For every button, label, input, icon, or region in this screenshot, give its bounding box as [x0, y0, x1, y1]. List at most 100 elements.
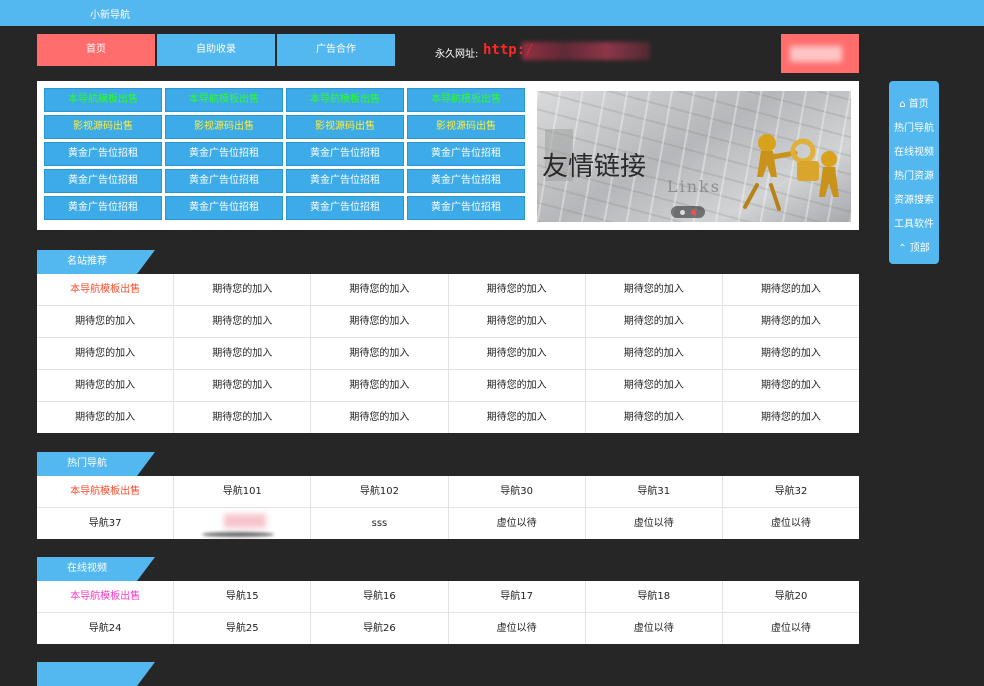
site-link[interactable]: 虚位以待: [447, 508, 585, 539]
site-link[interactable]: 本导航模板出售: [37, 581, 173, 612]
ad-cell[interactable]: 影视源码出售: [165, 115, 283, 139]
side-nav-tools[interactable]: 工具软件: [889, 215, 939, 230]
site-link[interactable]: 导航20: [721, 581, 859, 612]
site-link[interactable]: 导航31: [584, 476, 722, 507]
ad-cell[interactable]: 黄金广告位招租: [44, 142, 162, 166]
site-link[interactable]: 本导航模板出售: [37, 274, 173, 305]
site-link[interactable]: 期待您的加入: [584, 370, 722, 401]
site-link[interactable]: 导航17: [447, 581, 585, 612]
ad-cell[interactable]: 黄金广告位招租: [407, 169, 525, 193]
site-link[interactable]: 期待您的加入: [721, 338, 859, 369]
section-body: 本导航模板出售 期待您的加入 期待您的加入 期待您的加入 期待您的加入 期待您的加入 期待您…: [37, 274, 859, 433]
ad-cell[interactable]: 黄金广告位招租: [286, 169, 404, 193]
site-link[interactable]: 期待您的加入: [37, 370, 173, 401]
ad-cell[interactable]: 黄金广告位招租: [286, 142, 404, 166]
side-nav-hot-nav[interactable]: 热门导航: [889, 119, 939, 134]
site-link[interactable]: 期待您的加入: [173, 402, 310, 433]
link-row: 期待您的加入 期待您的加入 期待您的加入 期待您的加入 期待您的加入 期待您的加入: [37, 401, 859, 433]
site-link[interactable]: 导航25: [173, 613, 310, 644]
site-link[interactable]: 本导航模板出售: [37, 476, 173, 507]
site-link[interactable]: 虚位以待: [447, 613, 585, 644]
site-link[interactable]: 导航37: [37, 508, 173, 539]
site-link[interactable]: 期待您的加入: [310, 370, 447, 401]
site-title[interactable]: 小新导航: [90, 6, 130, 21]
section-title: 热门导航: [67, 458, 107, 469]
site-link[interactable]: 期待您的加入: [447, 370, 585, 401]
site-link[interactable]: 期待您的加入: [310, 402, 447, 433]
site-link[interactable]: 期待您的加入: [447, 338, 585, 369]
nav-ad-cooperation-button[interactable]: 广告合作: [277, 34, 395, 66]
banner-dot-2[interactable]: [691, 209, 696, 215]
site-link[interactable]: 虚位以待: [721, 508, 859, 539]
ad-cell[interactable]: 影视源码出售: [407, 115, 525, 139]
ad-cell[interactable]: 黄金广告位招租: [407, 196, 525, 220]
ad-cell[interactable]: 黄金广告位招租: [165, 169, 283, 193]
site-link[interactable]: 期待您的加入: [310, 274, 447, 305]
section-title: 在线视频: [67, 563, 107, 574]
ad-cell[interactable]: 本导航模板出售: [407, 88, 525, 112]
ad-cell[interactable]: 本导航模板出售: [44, 88, 162, 112]
ad-grid: 本导航模板出售 本导航模板出售 本导航模板出售 本导航模板出售 影视源码出售 影视源码出售…: [44, 88, 525, 220]
site-link[interactable]: 导航101: [173, 476, 310, 507]
side-nav-label: 顶部: [909, 243, 930, 254]
side-nav-online-video[interactable]: 在线视频: [889, 143, 939, 158]
link-row: 期待您的加入 期待您的加入 期待您的加入 期待您的加入 期待您的加入 期待您的加入: [37, 369, 859, 401]
nav-home-button[interactable]: 首页: [37, 34, 155, 66]
site-link[interactable]: 期待您的加入: [721, 370, 859, 401]
section-online-video: 在线视频本导航模板出售 导航15 导航16 导航17 导航18 导航20 导航24 导航25 导…: [37, 557, 859, 644]
site-link[interactable]: 期待您的加入: [447, 274, 585, 305]
banner-dot-1[interactable]: [680, 209, 685, 215]
ad-cell[interactable]: 黄金广告位招租: [286, 196, 404, 220]
site-link[interactable]: 导航24: [37, 613, 173, 644]
side-nav-hot-resources[interactable]: 热门资源: [889, 167, 939, 182]
nav-submit-site-button[interactable]: 自助收录: [157, 34, 275, 66]
site-link[interactable]: 期待您的加入: [447, 306, 585, 337]
site-link[interactable]: 期待您的加入: [721, 402, 859, 433]
site-link-redacted[interactable]: [173, 508, 310, 539]
site-link[interactable]: 期待您的加入: [584, 306, 722, 337]
site-link[interactable]: 期待您的加入: [37, 306, 173, 337]
site-link[interactable]: 导航16: [310, 581, 447, 612]
ad-cell[interactable]: 影视源码出售: [44, 115, 162, 139]
site-link[interactable]: 期待您的加入: [310, 306, 447, 337]
top-bar: 小新导航: [0, 0, 984, 26]
side-nav-label: 工具软件: [894, 219, 934, 230]
site-link[interactable]: 导航30: [447, 476, 585, 507]
site-link[interactable]: 期待您的加入: [310, 338, 447, 369]
site-link[interactable]: 期待您的加入: [173, 306, 310, 337]
site-link[interactable]: 期待您的加入: [447, 402, 585, 433]
ad-cell[interactable]: 本导航模板出售: [165, 88, 283, 112]
site-link[interactable]: 期待您的加入: [173, 370, 310, 401]
site-link[interactable]: 期待您的加入: [584, 402, 722, 433]
site-link[interactable]: 虚位以待: [721, 613, 859, 644]
site-link[interactable]: 期待您的加入: [173, 274, 310, 305]
friend-links-banner[interactable]: 友情链接 Links: [537, 91, 851, 222]
ad-cell[interactable]: 黄金广告位招租: [44, 169, 162, 193]
side-nav-resource-search[interactable]: 资源搜索: [889, 191, 939, 206]
site-link[interactable]: 导航32: [721, 476, 859, 507]
site-link[interactable]: 期待您的加入: [37, 338, 173, 369]
site-link[interactable]: 导航102: [310, 476, 447, 507]
ad-cell[interactable]: 黄金广告位招租: [165, 196, 283, 220]
home-icon: ⌂: [899, 99, 909, 110]
site-link[interactable]: 期待您的加入: [584, 274, 722, 305]
site-link[interactable]: 期待您的加入: [721, 306, 859, 337]
site-link[interactable]: 期待您的加入: [37, 402, 173, 433]
site-link[interactable]: 导航26: [310, 613, 447, 644]
side-nav-home[interactable]: ⌂ 首页: [889, 95, 939, 110]
ad-cell[interactable]: 影视源码出售: [286, 115, 404, 139]
site-link[interactable]: 期待您的加入: [584, 338, 722, 369]
site-link[interactable]: 期待您的加入: [721, 274, 859, 305]
site-link[interactable]: 虚位以待: [584, 613, 722, 644]
site-link[interactable]: 导航15: [173, 581, 310, 612]
site-link[interactable]: 期待您的加入: [173, 338, 310, 369]
ad-cell[interactable]: 本导航模板出售: [286, 88, 404, 112]
side-nav-back-to-top[interactable]: ⌃ 顶部: [889, 239, 939, 254]
link-row: 期待您的加入 期待您的加入 期待您的加入 期待您的加入 期待您的加入 期待您的加入: [37, 305, 859, 337]
ad-cell[interactable]: 黄金广告位招租: [407, 142, 525, 166]
ad-cell[interactable]: 黄金广告位招租: [165, 142, 283, 166]
ad-cell[interactable]: 黄金广告位招租: [44, 196, 162, 220]
site-link[interactable]: 导航18: [584, 581, 722, 612]
site-link[interactable]: sss: [310, 508, 447, 539]
site-link[interactable]: 虚位以待: [584, 508, 722, 539]
